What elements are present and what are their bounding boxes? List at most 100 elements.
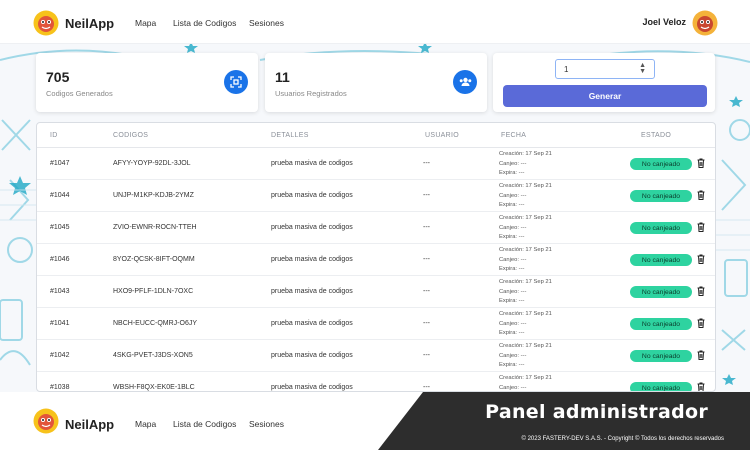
table-row: #1038 WBSH-F8QX-EK0E-1BLC prueba masiva de… [37,372,715,392]
cell-user: --- [423,224,430,231]
cell-code: ZVIO-EWNR-ROCN-TTEH [113,224,197,231]
trash-icon[interactable] [697,254,705,264]
fecha-expira: Expira: --- [499,266,525,272]
footer-link-mapa[interactable]: Mapa [135,419,156,429]
table-row: #1041 NBCH-EUCC-QMRJ-O6JY prueba masiva de… [37,308,715,340]
cell-code: HXO9-PFLF-1DLN-7OXC [113,288,194,295]
brand-name[interactable]: NeilApp [65,16,114,31]
admin-banner: Panel administrador © 2023 FASTERY-DEV S… [378,392,750,450]
cell-id: #1041 [50,320,70,327]
fecha-expira: Expira: --- [499,330,525,336]
trash-icon[interactable] [697,286,705,296]
fecha-creacion: Creación: 17 Sep 21 [499,215,552,221]
stat-value: 705 [46,69,70,85]
stat-card-codigos: 705 Codigos Generados [36,53,258,112]
fecha-creacion: Creación: 17 Sep 21 [499,151,552,157]
quantity-input[interactable]: 1 ▲ ▼ [555,59,655,79]
cell-fecha: Creación: 17 Sep 21 Canjeo: --- Expira: --… [499,342,552,371]
fecha-expira: Expira: --- [499,298,525,304]
fecha-creacion: Creación: 17 Sep 21 [499,343,552,349]
cell-user: --- [423,160,430,167]
cell-id: #1038 [50,384,70,391]
cell-details: prueba masiva de codigos [271,160,353,167]
cell-user: --- [423,192,430,199]
trash-icon[interactable] [697,382,705,392]
status-badge: No canjeado [630,222,692,234]
fecha-canjeo: Canjeo: --- [499,288,527,295]
fecha-expira: Expira: --- [499,362,525,368]
table-row: #1047 AFYY-YOYP-92DL-3JOL prueba masiva de… [37,148,715,180]
cell-fecha: Creación: 17 Sep 21Canjeo: ---Expira: --… [499,246,552,275]
cell-id: #1047 [50,160,70,167]
cell-details: prueba masiva de codigos [271,192,353,199]
stepper-arrows-icon[interactable]: ▲ ▼ [639,62,646,75]
neilapp-logo-icon[interactable] [33,10,59,36]
cell-details: prueba masiva de codigos [271,224,353,231]
cell-id: #1045 [50,224,70,231]
table-row: #1042 4SKG-PVET-J3DS-XON5 prueba masiva de… [37,340,715,372]
nav-link-mapa[interactable]: Mapa [135,18,156,28]
stat-card-usuarios: 11 Usuarios Registrados [265,53,487,112]
cell-details: prueba masiva de codigos [271,256,353,263]
footer-link-lista-codigos[interactable]: Lista de Codigos [173,419,236,429]
cell-code: 4SKG-PVET-J3DS-XON5 [113,352,193,359]
cell-code: AFYY-YOYP-92DL-3JOL [113,160,191,167]
header-usuario: USUARIO [425,132,459,139]
fecha-canjeo: Canjeo: --- [499,384,527,391]
status-badge: No canjeado [630,350,692,362]
fecha-creacion: Creación: 17 Sep 21 [499,279,552,285]
fecha-canjeo: Canjeo: --- [499,160,527,167]
generator-card: 1 ▲ ▼ Generar [493,53,715,112]
trash-icon[interactable] [697,350,705,360]
cell-fecha: Creación: 17 Sep 21 Canjeo: --- Expira: --… [499,278,552,307]
table-row: #1046 8YOZ-QCSK-8IFT-OQMM prueba masiva de… [37,244,715,276]
status-badge: No canjeado [630,382,692,391]
generate-button[interactable]: Generar [503,85,707,107]
table-header: ID CODIGOS DETALLES USUARIO FECHA ESTADO [37,123,715,148]
neilapp-logo-icon[interactable] [33,408,59,434]
cell-id: #1042 [50,352,70,359]
table-row: #1044 UNJP-M1KP-KDJB-2YMZ prueba masiva de… [37,180,715,212]
fecha-canjeo: Canjeo: --- [499,320,527,327]
fecha-canjeo: Canjeo: --- [499,352,527,359]
user-name[interactable]: Joel Veloz [642,17,686,27]
cell-id: #1044 [50,192,70,199]
cell-user: --- [423,384,430,391]
trash-icon[interactable] [697,222,705,232]
table-row: #1043 HXO9-PFLF-1DLN-7OXC prueba masiva de… [37,276,715,308]
footer-link-sesiones[interactable]: Sesiones [249,419,284,429]
cell-code: 8YOZ-QCSK-8IFT-OQMM [113,256,195,263]
status-badge: No canjeado [630,158,692,170]
quantity-value: 1 [564,64,569,74]
status-badge: No canjeado [630,254,692,266]
fecha-creacion: Creación: 17 Sep 21 [499,183,552,189]
status-badge: No canjeado [630,190,692,202]
copyright-text: © 2023 FASTERY-DEV S.A.S. - Copyright © … [521,436,725,442]
nav-link-lista-codigos[interactable]: Lista de Codigos [173,18,236,28]
fecha-expira: Expira: --- [499,170,525,176]
cell-fecha: Creación: 17 Sep 21 Canjeo: --- Expira: --… [499,150,552,179]
trash-icon[interactable] [697,190,705,200]
trash-icon[interactable] [697,318,705,328]
codes-table: ID CODIGOS DETALLES USUARIO FECHA ESTADO… [36,122,716,392]
cell-details: prueba masiva de codigos [271,288,353,295]
cell-fecha: Creación: 17 Sep 21Canjeo: ---Expira: --… [499,214,552,243]
fecha-expira: Expira: --- [499,234,525,240]
cell-details: prueba masiva de codigos [271,320,353,327]
cell-details: prueba masiva de codigos [271,384,353,391]
user-avatar[interactable] [692,10,718,36]
users-icon [453,70,477,94]
qr-scan-icon [224,70,248,94]
header-detalles: DETALLES [271,132,309,139]
status-badge: No canjeado [630,286,692,298]
cell-code: NBCH-EUCC-QMRJ-O6JY [113,320,197,327]
footer-brand-name[interactable]: NeilApp [65,417,114,432]
cell-user: --- [423,320,430,327]
trash-icon[interactable] [697,158,705,168]
cell-id: #1046 [50,256,70,263]
cell-details: prueba masiva de codigos [271,352,353,359]
cell-fecha: Creación: 17 Sep 21Canjeo: ---Expira: --… [499,374,552,391]
header-id: ID [50,132,58,139]
table-row: #1045 ZVIO-EWNR-ROCN-TTEH prueba masiva de… [37,212,715,244]
nav-link-sesiones[interactable]: Sesiones [249,18,284,28]
